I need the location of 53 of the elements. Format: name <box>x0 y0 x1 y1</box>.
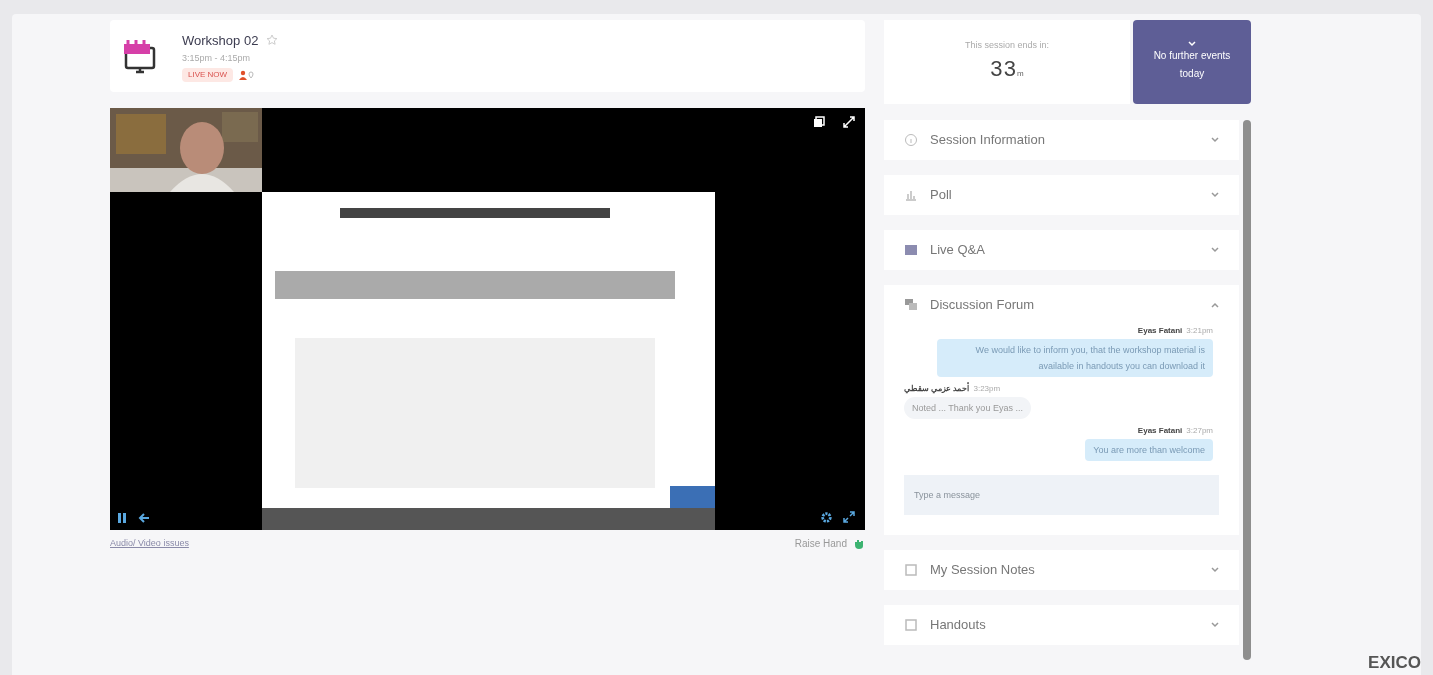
accordion-header[interactable]: My Session Notes <box>884 550 1239 590</box>
live-badge: LIVE NOW <box>182 67 234 82</box>
chat-square-icon <box>904 243 918 257</box>
chevron-down-icon <box>1211 137 1219 143</box>
bar-chart-icon <box>904 188 918 202</box>
accordion-header[interactable]: Live Q&A <box>884 230 1239 270</box>
star-icon[interactable] <box>266 34 279 47</box>
accordion-header[interactable]: Discussion Forum <box>884 285 1239 325</box>
section-title: Live Q&A <box>930 241 986 260</box>
chevron-down-icon <box>1188 41 1196 47</box>
chevron-down-icon <box>1211 247 1219 253</box>
accordion-header[interactable]: Session Information <box>884 120 1239 160</box>
session-title: Workshop 02 <box>182 31 259 50</box>
chevron-down-icon <box>1211 567 1219 573</box>
back-arrow-icon[interactable] <box>138 512 150 524</box>
message-time: 3:21pm <box>1186 325 1213 337</box>
chevron-down-icon <box>1211 192 1219 198</box>
message-input[interactable]: Type a message <box>904 475 1219 515</box>
pause-icon[interactable] <box>116 512 128 524</box>
document-icon <box>904 618 918 632</box>
section-title: My Session Notes <box>930 561 1036 580</box>
pop-out-icon[interactable] <box>813 116 825 128</box>
chevron-down-icon <box>1211 622 1219 628</box>
countdown-value: 33 <box>990 55 1017 84</box>
issues-link[interactable]: Audio/ Video issues <box>110 536 189 551</box>
message-author: Eyas Fatani <box>1137 425 1183 437</box>
message-bubble: Noted ... Thank you Eyas ... <box>904 397 1031 419</box>
scrollbar[interactable] <box>1243 120 1251 660</box>
brand-logo: EXICO <box>1368 652 1421 674</box>
section-title: Poll <box>930 186 953 205</box>
notes-icon <box>904 563 918 577</box>
message-author: Eyas Fatani <box>1137 325 1183 337</box>
accordion-header[interactable]: Handouts <box>884 605 1239 645</box>
section-title: Discussion Forum <box>930 296 1036 315</box>
section-title: Session Information <box>930 131 1046 150</box>
countdown-unit: m <box>1017 69 1024 81</box>
settings-icon[interactable] <box>820 511 833 524</box>
message-time: 3:23pm <box>973 383 1001 395</box>
accordion-header[interactable]: Poll <box>884 175 1239 215</box>
next-events-button[interactable]: No further events today <box>1133 20 1251 104</box>
chat-bubbles-icon <box>904 298 918 312</box>
message-bubble: We would like to inform you, that the workshop material is available in handouts you can download it <box>937 339 1213 377</box>
message-author: أحمد عزمي سقطي <box>904 383 970 395</box>
section-title: Handouts <box>930 616 987 635</box>
countdown-label: This session ends in: <box>964 38 1049 52</box>
session-time: 3:15pm - 4:15pm <box>182 52 252 65</box>
info-icon <box>904 133 918 147</box>
chevron-up-icon <box>1211 302 1219 308</box>
fullscreen-icon[interactable] <box>843 511 855 523</box>
message-time: 3:27pm <box>1186 425 1213 437</box>
message-bubble: You are more than welcome <box>1085 439 1213 461</box>
attendee-icon <box>239 69 256 80</box>
raise-hand-label[interactable]: Raise Hand <box>794 536 847 551</box>
